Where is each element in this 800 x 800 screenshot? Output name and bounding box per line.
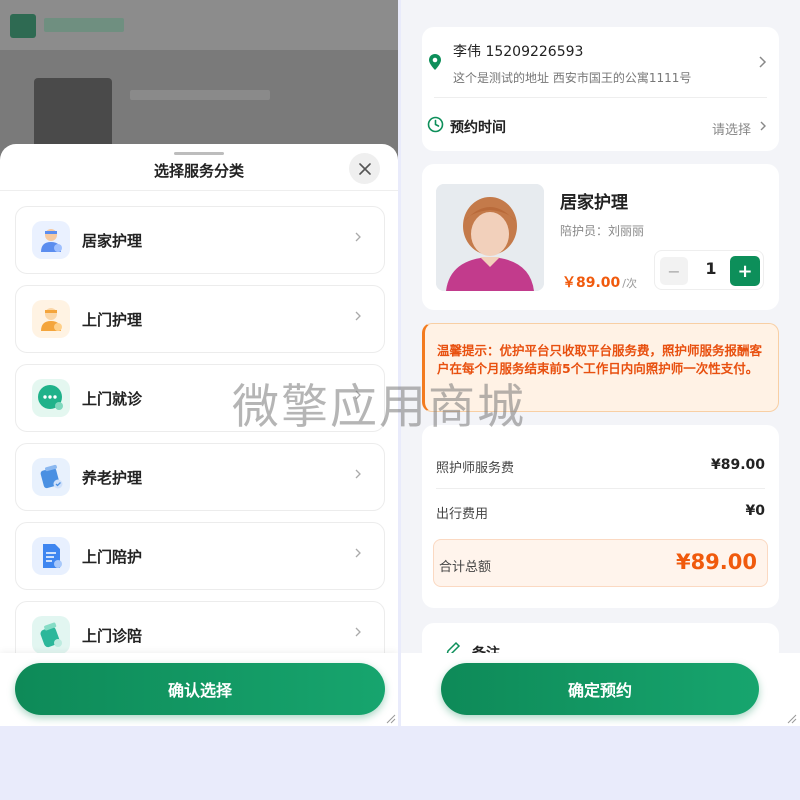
fee-value: ¥89.00 bbox=[710, 457, 765, 473]
document-icon bbox=[32, 537, 70, 575]
chevron-right-icon bbox=[355, 232, 361, 242]
address-detail: 这个是测试的地址 西安市国王的公寓1111号 bbox=[453, 71, 692, 85]
background-text bbox=[130, 90, 270, 100]
sheet-divider bbox=[0, 190, 398, 191]
service-label: 养老护理 bbox=[82, 468, 143, 487]
fee-label: 照护师服务费 bbox=[436, 461, 515, 476]
price-value: ￥89.00 bbox=[562, 275, 621, 291]
sheet-drag-handle[interactable] bbox=[174, 152, 224, 155]
travel-fee-row: 出行费用 ¥0 bbox=[436, 503, 765, 523]
notice-banner: 温馨提示：优护平台只收取平台服务费，照护师服务报酬客户在每个月服务结束前5个工作… bbox=[422, 323, 779, 412]
right-screen: 李伟 15209226593 这个是测试的地址 西安市国王的公寓1111号 预约… bbox=[401, 0, 800, 726]
door-care-icon bbox=[32, 300, 70, 338]
service-item-home-companion[interactable]: 上门陪护 bbox=[15, 522, 385, 590]
unit-price: ￥89.00/次 bbox=[562, 272, 637, 292]
confirm-selection-button[interactable]: 确认选择 bbox=[15, 663, 385, 715]
background-logo bbox=[10, 14, 36, 38]
service-label: 上门就诊 bbox=[82, 389, 143, 408]
total-row: 合计总额 ¥89.00 bbox=[433, 539, 768, 587]
close-button[interactable] bbox=[349, 153, 380, 184]
chevron-right-icon bbox=[355, 548, 361, 558]
chevron-right-icon bbox=[355, 311, 361, 321]
chevron-right-icon[interactable] bbox=[759, 120, 767, 132]
chevron-right-icon bbox=[355, 469, 361, 479]
service-label: 上门护理 bbox=[82, 310, 143, 329]
chevron-right-icon bbox=[355, 390, 361, 400]
appointment-time-select[interactable]: 请选择 bbox=[712, 119, 751, 138]
background-image bbox=[34, 78, 112, 154]
caregiver-photo bbox=[436, 184, 544, 291]
service-category-sheet: 选择服务分类 居家护理 上门护理 上门就诊 养老护理 上门陪护 上门诊陪 确认选… bbox=[0, 144, 398, 726]
confirm-booking-button[interactable]: 确定预约 bbox=[441, 663, 759, 715]
clock-icon bbox=[427, 116, 444, 133]
divider bbox=[434, 97, 767, 98]
left-screen: 选择服务分类 居家护理 上门护理 上门就诊 养老护理 上门陪护 上门诊陪 确认选… bbox=[0, 0, 398, 726]
sheet-footer: 确认选择 bbox=[0, 653, 398, 726]
total-label: 合计总额 bbox=[439, 560, 492, 575]
service-item-elderly-care[interactable]: 养老护理 bbox=[15, 443, 385, 511]
total-value: ¥89.00 bbox=[675, 550, 757, 574]
service-product-card: 居家护理 陪护员：刘丽丽 ￥89.00/次 − 1 + bbox=[422, 164, 779, 310]
service-label: 上门陪护 bbox=[82, 547, 143, 566]
home-care-icon bbox=[32, 221, 70, 259]
decrease-button[interactable]: − bbox=[660, 257, 688, 285]
chat-bubble-icon bbox=[32, 379, 70, 417]
chevron-right-icon bbox=[355, 627, 361, 637]
fee-value: ¥0 bbox=[745, 503, 765, 519]
increase-button[interactable]: + bbox=[730, 256, 760, 286]
quantity-value: 1 bbox=[705, 259, 717, 278]
elderly-care-icon bbox=[32, 458, 70, 496]
fee-summary-card: 照护师服务费 ¥89.00 出行费用 ¥0 合计总额 ¥89.00 bbox=[422, 425, 779, 608]
close-icon bbox=[358, 162, 371, 175]
contact-name-phone: 李伟 15209226593 bbox=[453, 44, 584, 60]
divider bbox=[436, 488, 765, 489]
quantity-stepper: − 1 + bbox=[654, 250, 764, 290]
appointment-time-label: 预约时间 bbox=[450, 120, 506, 136]
location-pin-icon bbox=[429, 54, 441, 70]
sheet-title: 选择服务分类 bbox=[153, 162, 244, 180]
service-name: 居家护理 bbox=[560, 193, 628, 213]
background-title bbox=[44, 18, 124, 32]
booking-footer: 确定预约 bbox=[401, 653, 800, 726]
service-item-home-visit[interactable]: 上门就诊 bbox=[15, 364, 385, 432]
resize-grip-icon[interactable] bbox=[386, 714, 396, 724]
chevron-right-icon[interactable] bbox=[758, 55, 767, 69]
address-card: 李伟 15209226593 这个是测试的地址 西安市国王的公寓1111号 预约… bbox=[422, 27, 779, 151]
notice-text: 温馨提示：优护平台只收取平台服务费，照护师服务报酬客户在每个月服务结束前5个工作… bbox=[437, 343, 763, 376]
service-item-home-care[interactable]: 居家护理 bbox=[15, 206, 385, 274]
price-unit: /次 bbox=[622, 277, 638, 290]
resize-grip-icon[interactable] bbox=[787, 714, 797, 724]
service-list: 居家护理 上门护理 上门就诊 养老护理 上门陪护 上门诊陪 bbox=[15, 206, 385, 680]
attendant-name: 陪护员：刘丽丽 bbox=[560, 224, 645, 238]
service-label: 上门诊陪 bbox=[82, 626, 143, 645]
service-item-door-care[interactable]: 上门护理 bbox=[15, 285, 385, 353]
medicine-icon bbox=[32, 616, 70, 654]
service-label: 居家护理 bbox=[82, 231, 143, 250]
fee-label: 出行费用 bbox=[436, 507, 489, 522]
service-fee-row: 照护师服务费 ¥89.00 bbox=[436, 457, 765, 477]
